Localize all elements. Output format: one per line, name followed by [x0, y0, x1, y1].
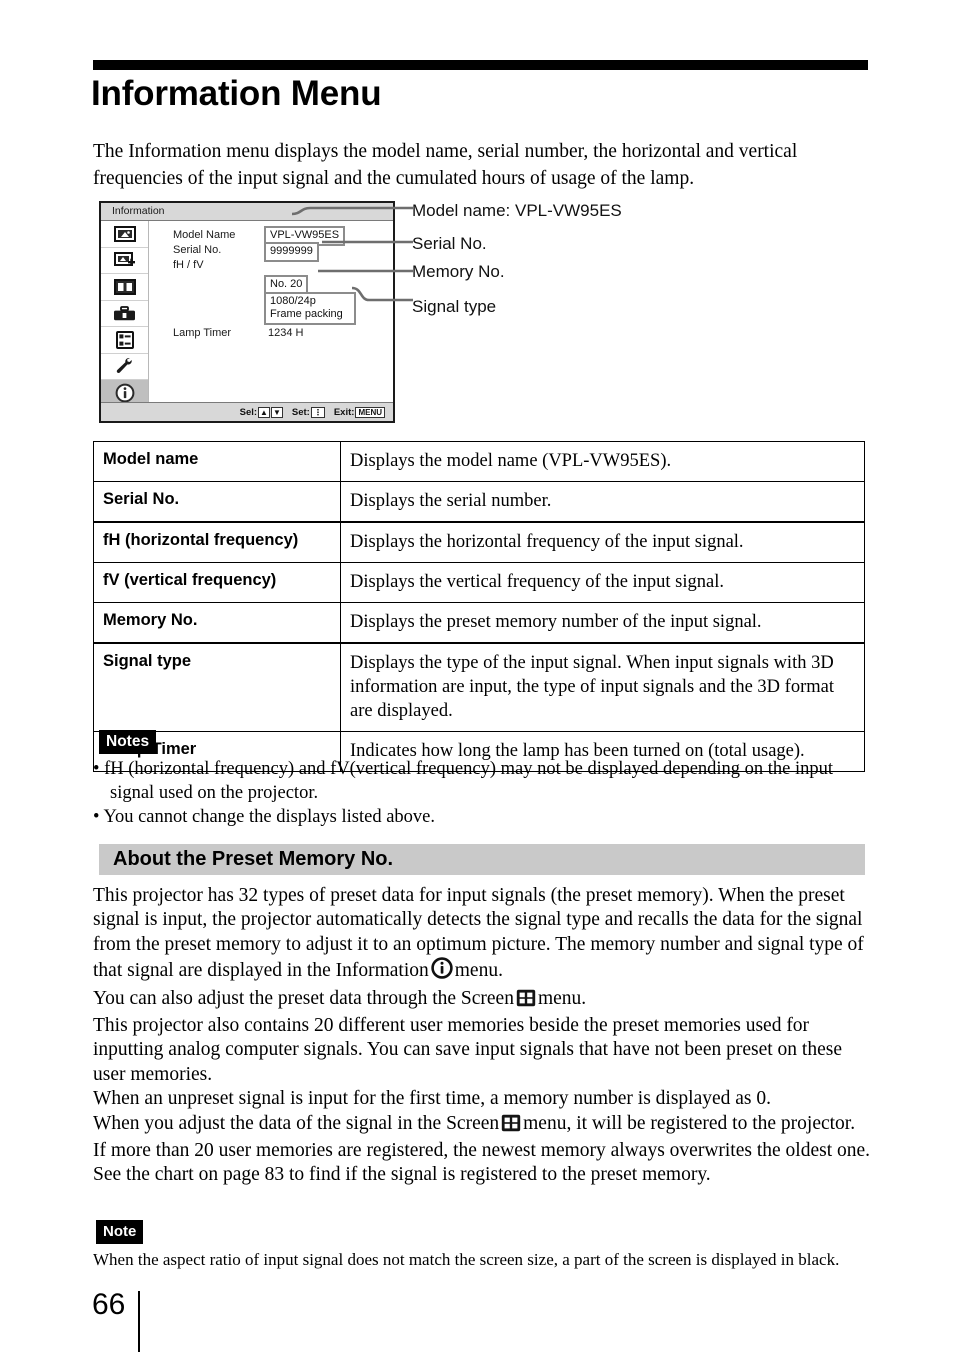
- osd-title-label: Information: [112, 205, 165, 217]
- screen-icon: [516, 989, 536, 1014]
- paragraph-2-text-b: menu.: [537, 987, 587, 1009]
- paragraph-3: This projector also contains 20 differen…: [93, 1015, 842, 1085]
- osd-footer-sel-label: Sel:: [239, 406, 258, 418]
- menu-key-icon: MENU: [355, 406, 385, 418]
- paragraph-2-text-a: You can also adjust the preset data thro…: [93, 987, 514, 1009]
- title-rule: [93, 60, 868, 70]
- paragraph-4: When an unpreset signal is input for the…: [93, 1088, 772, 1110]
- osd-label-fh-fv: fH / fV: [173, 259, 204, 271]
- osd-signal-type-line2: Frame packing: [270, 308, 343, 320]
- callout-memory-no: Memory No.: [412, 262, 505, 281]
- picture-icon: [113, 225, 136, 242]
- table-cell-value: Displays the preset memory number of the…: [340, 602, 865, 644]
- osd-rail-item-installation[interactable]: [101, 354, 148, 380]
- osd-label-lamp-timer: Lamp Timer: [173, 327, 232, 339]
- osd-footer-exit-label: Exit:: [333, 406, 355, 418]
- paragraph-1: This projector has 32 types of preset da…: [93, 884, 871, 987]
- table-cell-key: Memory No.: [93, 602, 341, 644]
- osd-signal-type-line1: 1080/24p: [270, 295, 316, 307]
- page: Information Menu The Information menu di…: [0, 0, 954, 1352]
- section-body: This projector has 32 types of preset da…: [93, 884, 871, 1188]
- note-text: fH (horizontal frequency) and fV(vertica…: [104, 759, 834, 803]
- table-row: Model name Displays the model name (VPL-…: [93, 441, 865, 482]
- osd-rail-item-setup[interactable]: [101, 301, 148, 327]
- table-cell-value: Displays the type of the input signal. W…: [340, 642, 865, 732]
- paragraph-5-text-a: When you adjust the data of the signal i…: [93, 1112, 500, 1134]
- paragraph-1-text-b: menu.: [454, 960, 503, 982]
- osd-rail-item-screen[interactable]: [101, 274, 148, 301]
- osd-footer-set-label: Set:: [291, 406, 310, 418]
- note-tag: Note: [96, 1220, 144, 1244]
- osd-footer-bar: Sel: ▲ ▼ Set: ⋮ Exit: MENU: [101, 402, 393, 421]
- table-cell-key: Signal type: [93, 642, 341, 732]
- arrow-up-key-icon: ▲: [258, 406, 270, 418]
- section-heading-text: About the Preset Memory No.: [113, 848, 394, 870]
- bullet-glyph: •: [93, 759, 100, 779]
- table-cell-key: fH (horizontal frequency): [93, 521, 341, 563]
- osd-rail-item-picture[interactable]: [101, 221, 148, 248]
- section-heading-band: About the Preset Memory No.: [99, 844, 865, 875]
- table-row: fV (vertical frequency) Displays the ver…: [93, 562, 865, 603]
- table-cell-key: fV (vertical frequency): [93, 562, 341, 603]
- osd-icon-rail: [101, 221, 149, 406]
- osd-screenshot: Information Model Name Serial No. fH / f…: [99, 201, 395, 423]
- enter-key-icon: ⋮: [310, 406, 325, 418]
- screen-icon: [113, 278, 136, 295]
- note-text: You cannot change the displays listed ab…: [103, 807, 436, 827]
- list-item: • fH (horizontal frequency) and fV(verti…: [93, 757, 873, 805]
- list-item: • You cannot change the displays listed …: [93, 805, 873, 829]
- osd-footer-set: Set: ⋮: [291, 406, 325, 418]
- table-cell-key: Serial No.: [93, 481, 341, 523]
- notes-tag: Notes: [99, 730, 157, 754]
- spec-table: Model name Displays the model name (VPL-…: [93, 441, 865, 772]
- information-icon: [431, 957, 453, 986]
- table-cell-value: Displays the serial number.: [340, 481, 865, 523]
- wrench-icon: [115, 357, 135, 375]
- osd-value-lamp-timer: 1234 H: [268, 327, 304, 339]
- picture-adjust-icon: [113, 251, 136, 269]
- table-cell-value: Displays the horizontal frequency of the…: [340, 521, 865, 563]
- screen-icon: [501, 1114, 521, 1139]
- callout-model-name: Model name: VPL-VW95ES: [412, 201, 622, 220]
- table-cell-value: Displays the vertical frequency of the i…: [340, 562, 865, 603]
- osd-footer-exit: Exit: MENU: [333, 406, 385, 418]
- page-title: Information Menu: [91, 74, 382, 113]
- osd-body: Model Name Serial No. fH / fV Lamp Timer…: [101, 221, 393, 406]
- table-row: fH (horizontal frequency) Displays the h…: [93, 521, 865, 563]
- table-row: Serial No. Displays the serial number.: [93, 481, 865, 523]
- function-list-icon: [115, 330, 134, 349]
- table-row: Memory No. Displays the preset memory nu…: [93, 602, 865, 644]
- osd-rail-item-function[interactable]: [101, 327, 148, 354]
- table-row: Signal type Displays the type of the inp…: [93, 642, 865, 732]
- osd-value-signal-type: 1080/24p Frame packing: [264, 292, 356, 325]
- final-note-text: When the aspect ratio of input signal do…: [93, 1250, 840, 1269]
- notes-list: • fH (horizontal frequency) and fV(verti…: [93, 757, 873, 829]
- page-number: 66: [92, 1288, 126, 1321]
- callout-serial-no: Serial No.: [412, 234, 487, 253]
- paragraph-6: See the chart on page 83 to find if the …: [93, 1164, 711, 1186]
- arrow-down-key-icon: ▼: [270, 406, 283, 418]
- osd-footer-sel: Sel: ▲ ▼: [239, 406, 283, 418]
- page-edge-rule: [138, 1291, 140, 1352]
- table-cell-key: Model name: [93, 441, 341, 482]
- paragraph-2: You can also adjust the preset data thro…: [93, 987, 871, 1014]
- osd-rail-item-picture-adjust[interactable]: [101, 248, 148, 274]
- paragraph-5: When you adjust the data of the signal i…: [93, 1112, 871, 1164]
- osd-value-serial-no: 9999999: [264, 242, 319, 262]
- intro-paragraph: The Information menu displays the model …: [93, 141, 798, 189]
- osd-label-serial-no: Serial No.: [173, 244, 222, 256]
- information-icon: [115, 383, 135, 403]
- toolbox-icon: [113, 305, 136, 321]
- bullet-glyph: •: [93, 807, 100, 827]
- osd-label-model-name: Model Name: [173, 229, 236, 241]
- table-cell-value: Displays the model name (VPL-VW95ES).: [340, 441, 865, 482]
- callout-signal-type: Signal type: [412, 297, 497, 316]
